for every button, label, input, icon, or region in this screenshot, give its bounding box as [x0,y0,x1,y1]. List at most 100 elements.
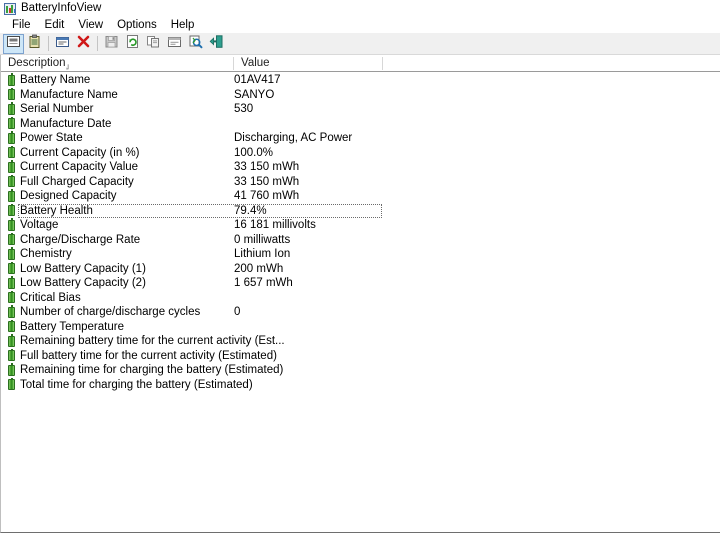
summary-view-icon [6,34,21,54]
toolbar-find[interactable] [185,34,206,54]
row-value: SANYO [234,88,275,101]
battery-bars-icon [4,2,16,15]
copy-icon [146,34,161,54]
title-bar: BatteryInfoView [0,0,720,17]
column-header-description[interactable]: Description [1,55,234,71]
row-description: Full battery time for the current activi… [20,349,277,362]
row-description: Low Battery Capacity (1) [20,262,146,275]
battery-icon [8,102,15,115]
table-row[interactable]: Battery Temperature [1,319,720,335]
html-report-icon [167,34,182,54]
properties-icon [55,34,70,54]
table-row[interactable]: Critical Bias [1,290,720,306]
battery-icon [8,290,15,303]
row-description: Current Capacity (in %) [20,146,140,159]
table-row[interactable]: Full Charged Capacity 33 150 mWh [1,174,720,190]
table-row[interactable]: Charge/Discharge Rate 0 milliwatts [1,232,720,248]
menu-options[interactable]: Options [110,17,164,33]
battery-icon [8,247,15,260]
table-row[interactable]: Low Battery Capacity (1) 200 mWh [1,261,720,277]
table-row[interactable]: Number of charge/discharge cycles 0 [1,305,720,320]
row-value: Lithium Ion [234,248,291,260]
row-description: Designed Capacity [20,190,117,202]
table-row[interactable]: Battery Name 01AV417 [1,73,720,88]
table-row[interactable]: Serial Number 530 [1,102,720,117]
row-value: 33 150 mWh [234,175,300,188]
row-description: Manufacture Name [20,88,118,101]
delete-red-x-icon [76,34,91,54]
battery-icon [8,276,15,289]
row-value: Discharging, AC Power [234,132,353,144]
menu-help[interactable]: Help [164,17,202,33]
row-description: Battery Health [20,204,93,217]
toolbar-refresh[interactable] [122,34,143,54]
row-value: 79.4% [234,204,267,217]
table-row[interactable]: Designed Capacity 41 760 mWh [1,189,720,204]
table-row[interactable]: Current Capacity (in %) 100.0% [1,145,720,161]
toolbar-exit[interactable] [206,34,227,54]
battery-icon [8,131,15,144]
battery-icon [8,218,15,231]
row-description: Low Battery Capacity (2) [20,277,146,289]
application-window: BatteryInfoView File Edit View Options H… [0,0,720,540]
table-row[interactable]: Remaining battery time for the current a… [1,334,720,349]
row-description: Manufacture Date [20,117,112,130]
row-description: Serial Number [20,103,94,115]
battery-icon [8,363,15,376]
row-value: 530 [234,103,254,115]
refresh-icon [125,34,140,54]
row-description: Total time for charging the battery (Est… [20,378,253,391]
battery-icon [8,348,15,361]
toolbar-properties[interactable] [52,34,73,54]
table-row[interactable]: Manufacture Date [1,116,720,132]
row-description: Current Capacity Value [20,161,139,173]
table-row[interactable]: Chemistry Lithium Ion [1,247,720,262]
menu-file[interactable]: File [5,17,38,33]
battery-icon [8,87,15,100]
toolbar-summary-view[interactable] [3,33,24,54]
battery-icon [8,174,15,187]
menu-view[interactable]: View [71,17,110,33]
clipboard-log-icon [27,34,42,54]
table-row[interactable]: Voltage 16 181 millivolts [1,218,720,233]
column-divider-2[interactable] [382,57,383,70]
table-row[interactable]: Manufacture Name SANYO [1,87,720,103]
battery-icon [8,232,15,245]
window-title: BatteryInfoView [21,2,102,14]
table-row[interactable]: Battery Health 79.4% [1,203,720,219]
menu-bar: File Edit View Options Help [0,17,720,33]
row-description: Number of charge/discharge cycles [20,306,201,318]
toolbar-delete[interactable] [73,34,94,54]
column-header-value[interactable]: Value [234,55,383,71]
battery-icon [8,334,15,347]
battery-icon [8,116,15,129]
battery-info-list[interactable]: Description Value Battery Name 01AV417 Man… [0,55,720,533]
menu-edit[interactable]: Edit [38,17,72,33]
table-row[interactable]: Power State Discharging, AC Power [1,131,720,146]
table-row[interactable]: Current Capacity Value 33 150 mWh [1,160,720,175]
column-header-row: Description Value [1,55,720,72]
toolbar-log-view[interactable] [24,34,45,54]
battery-icon [8,261,15,274]
battery-icon [8,203,15,216]
column-header-description-label: Description [8,57,66,69]
row-value: 41 760 mWh [234,190,300,202]
battery-icon [8,160,15,173]
battery-icon [8,73,15,86]
table-row[interactable]: Low Battery Capacity (2) 1 657 mWh [1,276,720,291]
row-description: Critical Bias [20,291,81,304]
table-row[interactable]: Full battery time for the current activi… [1,348,720,364]
battery-icon [8,189,15,202]
row-value: 1 657 mWh [234,277,293,289]
row-value: 200 mWh [234,262,284,275]
toolbar-save[interactable] [101,34,122,54]
battery-icon [8,319,15,332]
toolbar-copy[interactable] [143,34,164,54]
row-description: Battery Name [20,74,91,86]
table-row[interactable]: Remaining time for charging the battery … [1,363,720,378]
battery-icon [8,305,15,318]
row-description: Charge/Discharge Rate [20,233,141,246]
table-row[interactable]: Total time for charging the battery (Est… [1,377,720,393]
toolbar-html-report[interactable] [164,34,185,54]
row-description: Full Charged Capacity [20,175,134,188]
